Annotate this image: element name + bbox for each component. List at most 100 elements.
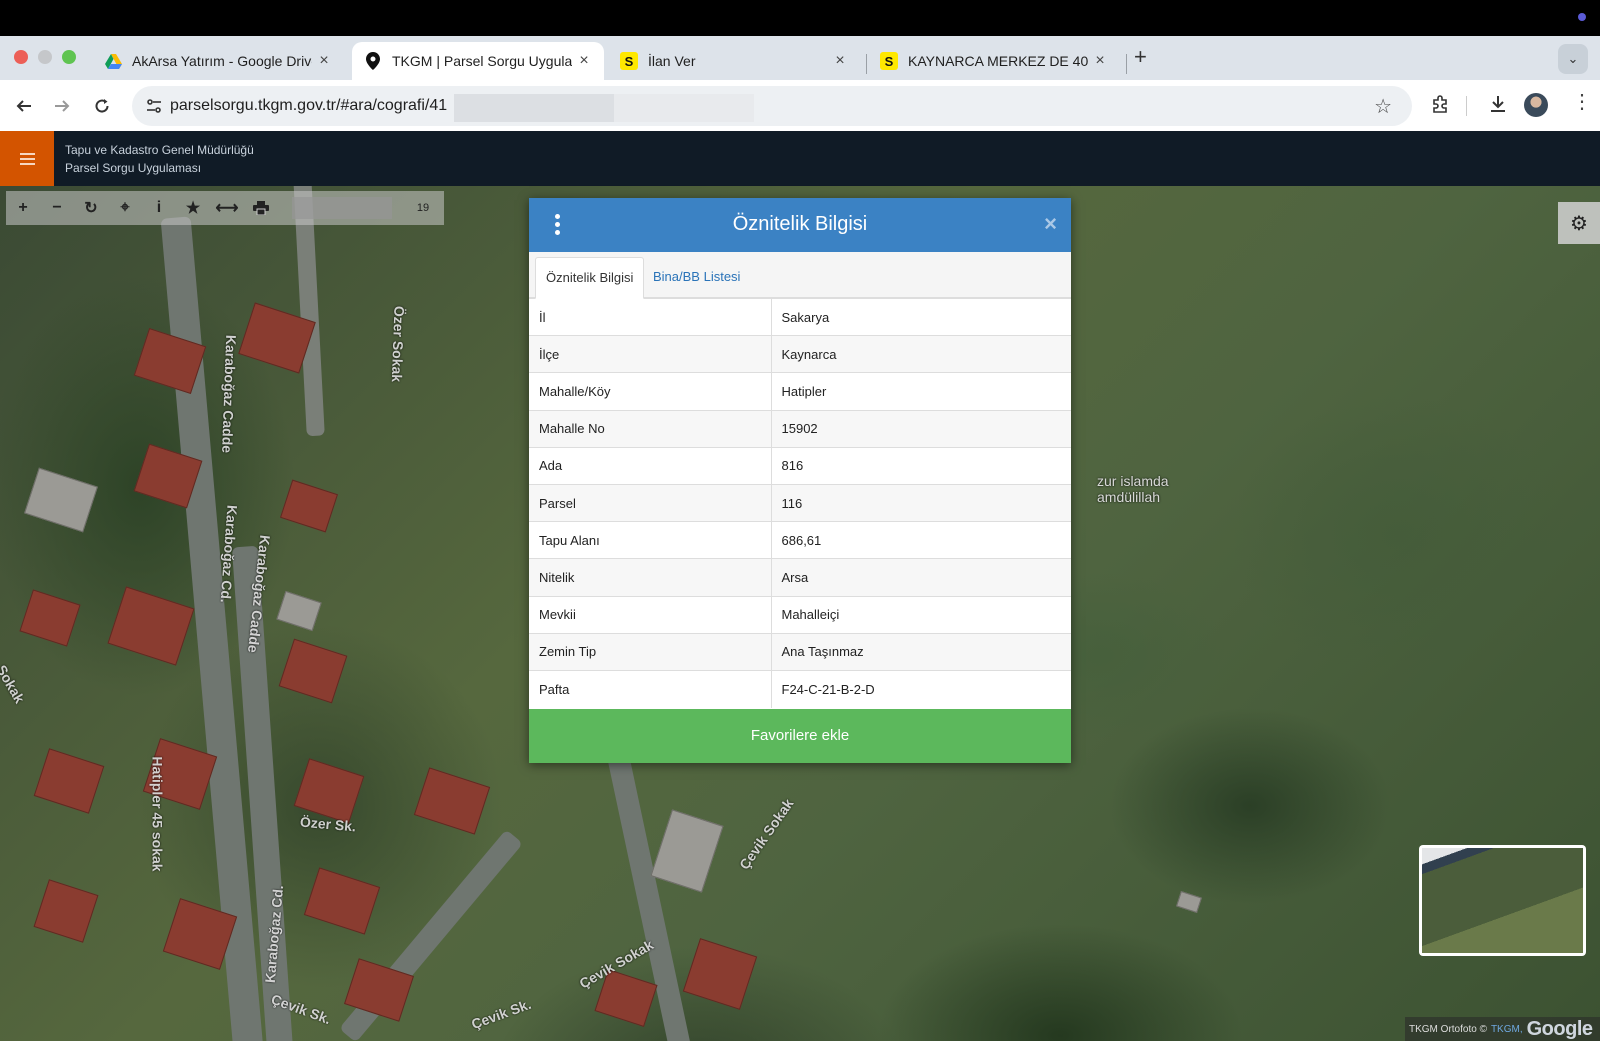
menu-icon: [19, 152, 35, 155]
street-label: Karaboğaz Cadde: [219, 334, 240, 454]
info-button[interactable]: i: [142, 191, 176, 225]
opacity-slider[interactable]: [292, 197, 392, 219]
arrow-right-icon: [55, 100, 70, 112]
map-attribution: TKGM Ortofoto © TKGM, Google: [1405, 1017, 1600, 1041]
zoom-in-button[interactable]: +: [6, 191, 40, 225]
favorites-button[interactable]: ★: [176, 191, 210, 225]
forward-button[interactable]: [48, 92, 76, 120]
download-icon[interactable]: [1488, 94, 1508, 119]
tab-close-icon[interactable]: ×: [1088, 52, 1112, 70]
refresh-icon: ↻: [84, 200, 98, 217]
building: [413, 767, 491, 835]
profile-avatar[interactable]: [1524, 93, 1548, 117]
tab-close-icon[interactable]: ×: [828, 52, 852, 70]
street-label: Sokak: [0, 662, 28, 706]
attribute-value: 116: [771, 483, 1071, 522]
zoom-out-button[interactable]: −: [40, 191, 74, 225]
street-label: Çevik Sk.: [469, 995, 534, 1033]
url-text: parselsorgu.tkgm.gov.tr/#ara/cografi/41: [170, 97, 448, 114]
map-toolbar: + − ↻ ⌖ i ★ ⟷ 19: [6, 191, 444, 225]
modal-title: Öznitelik Bilgisi: [732, 213, 868, 235]
browser-toolbar: parselsorgu.tkgm.gov.tr/#ara/cografi/41 …: [0, 80, 1600, 131]
address-bar[interactable]: parselsorgu.tkgm.gov.tr/#ara/cografi/41 …: [132, 86, 1412, 126]
attribute-label: İlçe: [529, 335, 772, 373]
google-logo: Google: [1526, 1017, 1593, 1040]
print-icon: [253, 201, 269, 215]
building: [276, 590, 322, 632]
window-minimize-button[interactable]: [38, 50, 52, 64]
attribution-text: TKGM Ortofoto ©: [1409, 1023, 1487, 1035]
attribute-value: 686,61: [771, 521, 1071, 559]
tab-close-icon[interactable]: ×: [572, 52, 596, 70]
arrow-left-icon: [16, 100, 31, 112]
browser-tab-kaynarca[interactable]: S KAYNARCA MERKEZ DE 406 ×: [868, 42, 1120, 80]
table-row: Nitelik Arsa: [529, 558, 1071, 596]
reload-icon: [95, 99, 109, 113]
tab-search-button[interactable]: ⌄: [1558, 44, 1588, 74]
attribution-link[interactable]: TKGM,: [1491, 1024, 1523, 1035]
table-row: Tapu Alanı 686,61: [529, 521, 1071, 559]
attribute-label: Zemin Tip: [529, 632, 772, 671]
site-info-icon[interactable]: [142, 94, 166, 118]
attribute-value: Hatipler: [771, 372, 1071, 411]
tab-close-icon[interactable]: ×: [312, 52, 336, 70]
attribute-value: 816: [771, 446, 1071, 485]
attribute-value: Arsa: [771, 558, 1071, 596]
map-pin-icon: [364, 52, 382, 70]
google-drive-icon: [104, 52, 122, 70]
refresh-button[interactable]: ↻: [74, 191, 108, 225]
toolbar-divider: [1466, 96, 1467, 116]
minimap[interactable]: [1419, 845, 1586, 956]
building: [1176, 890, 1202, 914]
attribute-label: Ada: [529, 446, 772, 485]
browser-tab-drive[interactable]: AkArsa Yatırım - Google Drive ×: [92, 42, 344, 80]
building: [682, 938, 758, 1010]
street-label: Özer Sokak: [388, 305, 408, 383]
plus-icon: +: [18, 199, 28, 216]
building: [24, 467, 98, 533]
tab-title: AkArsa Yatırım - Google Drive: [132, 53, 312, 69]
attribute-label: İl: [529, 297, 772, 336]
back-button[interactable]: [10, 92, 38, 120]
browser-tab-strip: AkArsa Yatırım - Google Drive × TKGM | P…: [0, 36, 1600, 80]
extensions-icon[interactable]: [1430, 94, 1450, 119]
menu-button[interactable]: [0, 131, 54, 186]
gear-icon: ⚙: [1570, 212, 1588, 235]
minimap-preview: [1422, 848, 1583, 953]
attribute-label: Tapu Alanı: [529, 521, 772, 559]
chevron-down-icon: ⌄: [1567, 51, 1579, 66]
building: [33, 879, 99, 943]
tab-attribute-info[interactable]: Öznitelik Bilgisi: [535, 257, 645, 299]
building: [33, 748, 105, 814]
tab-separator: [1126, 54, 1127, 74]
building: [278, 638, 348, 704]
settings-button[interactable]: ⚙: [1558, 202, 1600, 244]
measure-button[interactable]: ⟷: [210, 191, 244, 225]
table-row: Zemin Tip Ana Taşınmaz: [529, 632, 1071, 671]
browser-tab-ilan-ver[interactable]: S İlan Ver ×: [608, 42, 860, 80]
tab-title: KAYNARCA MERKEZ DE 406: [908, 53, 1088, 69]
app-name: Parsel Sorgu Uygulaması: [65, 161, 202, 175]
table-row: Ada 816: [529, 446, 1071, 485]
new-tab-button[interactable]: +: [1134, 44, 1147, 70]
table-row: Parsel 116: [529, 483, 1071, 522]
browser-tab-tkgm[interactable]: TKGM | Parsel Sorgu Uygulam ×: [352, 42, 604, 80]
window-maximize-button[interactable]: [62, 50, 76, 64]
zoom-level: 19: [416, 202, 430, 214]
table-row: Mahalle/Köy Hatipler: [529, 372, 1071, 411]
print-button[interactable]: [244, 191, 278, 225]
reload-button[interactable]: [88, 92, 116, 120]
attribute-value: Mahalleiçi: [771, 595, 1071, 634]
tab-building-list[interactable]: Bina/BB Listesi: [643, 257, 750, 299]
add-to-favorites-button[interactable]: Favorilere ekle: [529, 709, 1071, 763]
window-close-button[interactable]: [14, 50, 28, 64]
modal-close-button[interactable]: ×: [1044, 211, 1057, 237]
more-menu-icon[interactable]: ⋮: [1572, 92, 1592, 112]
crosshair-icon: ⌖: [120, 199, 130, 216]
bookmark-star-icon[interactable]: ☆: [1374, 94, 1392, 119]
locate-button[interactable]: ⌖: [108, 191, 142, 225]
app-title: Tapu ve Kadastro Genel Müdürlüğü Parsel …: [65, 141, 254, 177]
redacted-url-part: [614, 94, 754, 122]
attribute-value: Ana Taşınmaz: [771, 632, 1071, 671]
building: [107, 586, 195, 666]
